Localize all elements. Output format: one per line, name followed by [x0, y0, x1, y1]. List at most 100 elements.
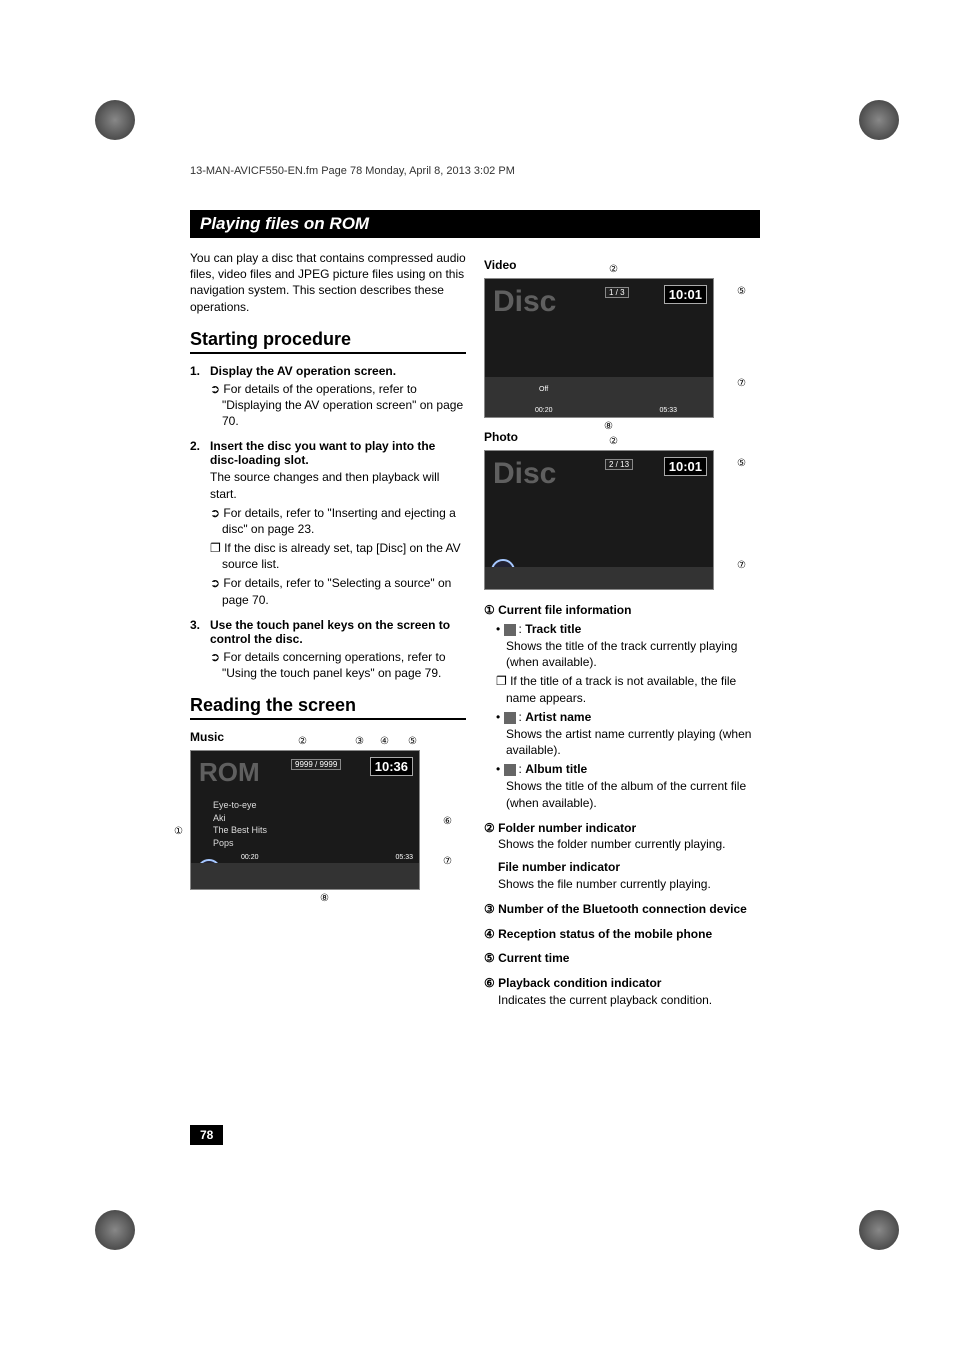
section-starting-procedure: Starting procedure [190, 329, 466, 354]
print-mark-top-right [859, 100, 899, 140]
def-sub-label: Track title [525, 622, 581, 636]
folder-indicator: 1 / 3 [605, 287, 629, 298]
def-num: ① [484, 603, 495, 617]
def-sub-body: Shows the title of the track currently p… [506, 639, 737, 670]
def-sub-body: Shows the file number currently playing. [484, 876, 760, 893]
step-ref: ➲ For details of the operations, refer t… [210, 381, 466, 430]
def-sub-body: Shows the artist name currently playing … [506, 727, 751, 758]
def-sub-head: File number indicator [484, 859, 760, 876]
step-number: 2. [190, 439, 204, 467]
step-ref: ➲ For details, refer to "Selecting a sou… [210, 575, 466, 607]
def-head: Number of the Bluetooth connection devic… [498, 902, 747, 916]
source-label: Disc [493, 457, 556, 491]
music-screenshot-wrap: ② ③ ④ ⑤ ① ⑥ ⑦ ⑧ ROM 9999 / 9999 10:36 Ey… [190, 750, 450, 890]
intro-paragraph: You can play a disc that contains compre… [190, 250, 466, 315]
def-num: ⑤ [484, 951, 495, 965]
track-row[interactable]: Pops [213, 837, 267, 850]
video-screenshot-wrap: ② ⑤ ⑦ ⑧ Disc 1 / 3 10:01 00:20 05:33 Off [484, 278, 744, 418]
def-head: Current time [498, 951, 569, 965]
def-sub-body: Shows the title of the album of the curr… [506, 779, 746, 810]
def-num: ③ [484, 902, 495, 916]
track-row[interactable]: Eye-to-eye [213, 799, 267, 812]
def-head: Playback condition indicator [498, 976, 661, 990]
def-num: ⑥ [484, 976, 495, 990]
music-label: Music [190, 730, 466, 744]
total-time: 05:33 [659, 407, 677, 414]
def-body: Shows the folder number currently playin… [484, 836, 760, 853]
callout-4-icon: ④ [380, 736, 389, 747]
clock-display: 10:01 [664, 285, 707, 304]
step-3: 3.Use the touch panel keys on the screen… [190, 618, 466, 681]
print-mark-top-left [95, 100, 135, 140]
callout-7-icon: ⑦ [443, 856, 452, 867]
def-sub-label: Album title [525, 762, 587, 776]
album-icon [504, 764, 516, 776]
folder-indicator: 2 / 13 [605, 459, 633, 470]
step-ref: ➲ For details, refer to "Inserting and e… [210, 505, 466, 537]
control-bar[interactable] [485, 377, 713, 417]
callout-7-icon: ⑦ [737, 378, 746, 389]
step-body-text: The source changes and then playback wil… [210, 469, 466, 501]
step-heading: Insert the disc you want to play into th… [210, 439, 466, 467]
left-column: You can play a disc that contains compre… [190, 250, 466, 1017]
callout-2-icon: ② [609, 264, 618, 275]
control-bar[interactable] [191, 863, 419, 889]
print-mark-bottom-right [859, 1210, 899, 1250]
steps-list: 1. Display the AV operation screen. ➲ For… [190, 364, 466, 681]
def-sub-label: Artist name [525, 710, 591, 724]
music-screenshot: ROM 9999 / 9999 10:36 Eye-to-eye Aki The… [190, 750, 420, 890]
callout-definitions: ① Current file information • : Track tit… [484, 602, 760, 1009]
callout-8-icon: ⑧ [604, 421, 613, 432]
step-heading: Use the touch panel keys on the screen t… [210, 618, 466, 646]
clock-display: 10:36 [370, 757, 413, 776]
def-note: ❐ If the title of a track is not availab… [484, 673, 760, 707]
print-mark-bottom-left [95, 1210, 135, 1250]
right-column: Video ② ⑤ ⑦ ⑧ Disc 1 / 3 10:01 00:20 05:… [484, 250, 760, 1017]
elapsed-time: 00:20 [241, 854, 259, 861]
step-number: 3. [190, 618, 204, 646]
photo-label: Photo [484, 430, 760, 444]
def-5: ⑤ Current time [484, 950, 760, 967]
subtitle-off[interactable]: Off [539, 386, 548, 393]
step-1: 1. Display the AV operation screen. ➲ For… [190, 364, 466, 430]
def-head: Folder number indicator [498, 821, 636, 835]
track-row[interactable]: Aki [213, 812, 267, 825]
step-ref: ➲ For details concerning operations, ref… [210, 649, 466, 681]
def-1: ① Current file information • : Track tit… [484, 602, 760, 812]
step-number: 1. [190, 364, 204, 378]
def-head: Reception status of the mobile phone [498, 927, 712, 941]
def-num: ② [484, 821, 495, 835]
step-heading: Display the AV operation screen. [210, 364, 396, 378]
step-2: 2.Insert the disc you want to play into … [190, 439, 466, 608]
music-note-icon [504, 624, 516, 636]
source-label: Disc [493, 285, 556, 319]
step-ref: ❐ If the disc is already set, tap [Disc]… [210, 540, 466, 572]
chapter-title: Playing files on ROM [190, 210, 760, 238]
callout-6-icon: ⑥ [443, 816, 452, 827]
callout-5-icon: ⑤ [737, 286, 746, 297]
callout-5-icon: ⑤ [737, 458, 746, 469]
def-head: Current file information [498, 603, 631, 617]
section-reading-screen: Reading the screen [190, 695, 466, 720]
photo-screenshot: Disc 2 / 13 10:01 [484, 450, 714, 590]
total-time: 05:33 [395, 854, 413, 861]
video-label: Video [484, 258, 760, 272]
artist-icon [504, 712, 516, 724]
track-row[interactable]: The Best Hits [213, 824, 267, 837]
def-6: ⑥ Playback condition indicator Indicates… [484, 975, 760, 1009]
callout-2-icon: ② [609, 436, 618, 447]
callout-5-icon: ⑤ [408, 736, 417, 747]
callout-3-icon: ③ [355, 736, 364, 747]
page-number: 78 [190, 1125, 223, 1145]
track-list: Eye-to-eye Aki The Best Hits Pops [213, 799, 267, 849]
running-header: 13-MAN-AVICF550-EN.fm Page 78 Monday, Ap… [190, 165, 515, 177]
source-label: ROM [199, 757, 260, 788]
def-4: ④ Reception status of the mobile phone [484, 926, 760, 943]
video-screenshot: Disc 1 / 3 10:01 00:20 05:33 Off [484, 278, 714, 418]
control-bar[interactable] [485, 567, 713, 589]
def-body: Indicates the current playback condition… [484, 992, 760, 1009]
def-num: ④ [484, 927, 495, 941]
elapsed-time: 00:20 [535, 407, 553, 414]
clock-display: 10:01 [664, 457, 707, 476]
callout-2-icon: ② [298, 736, 307, 747]
